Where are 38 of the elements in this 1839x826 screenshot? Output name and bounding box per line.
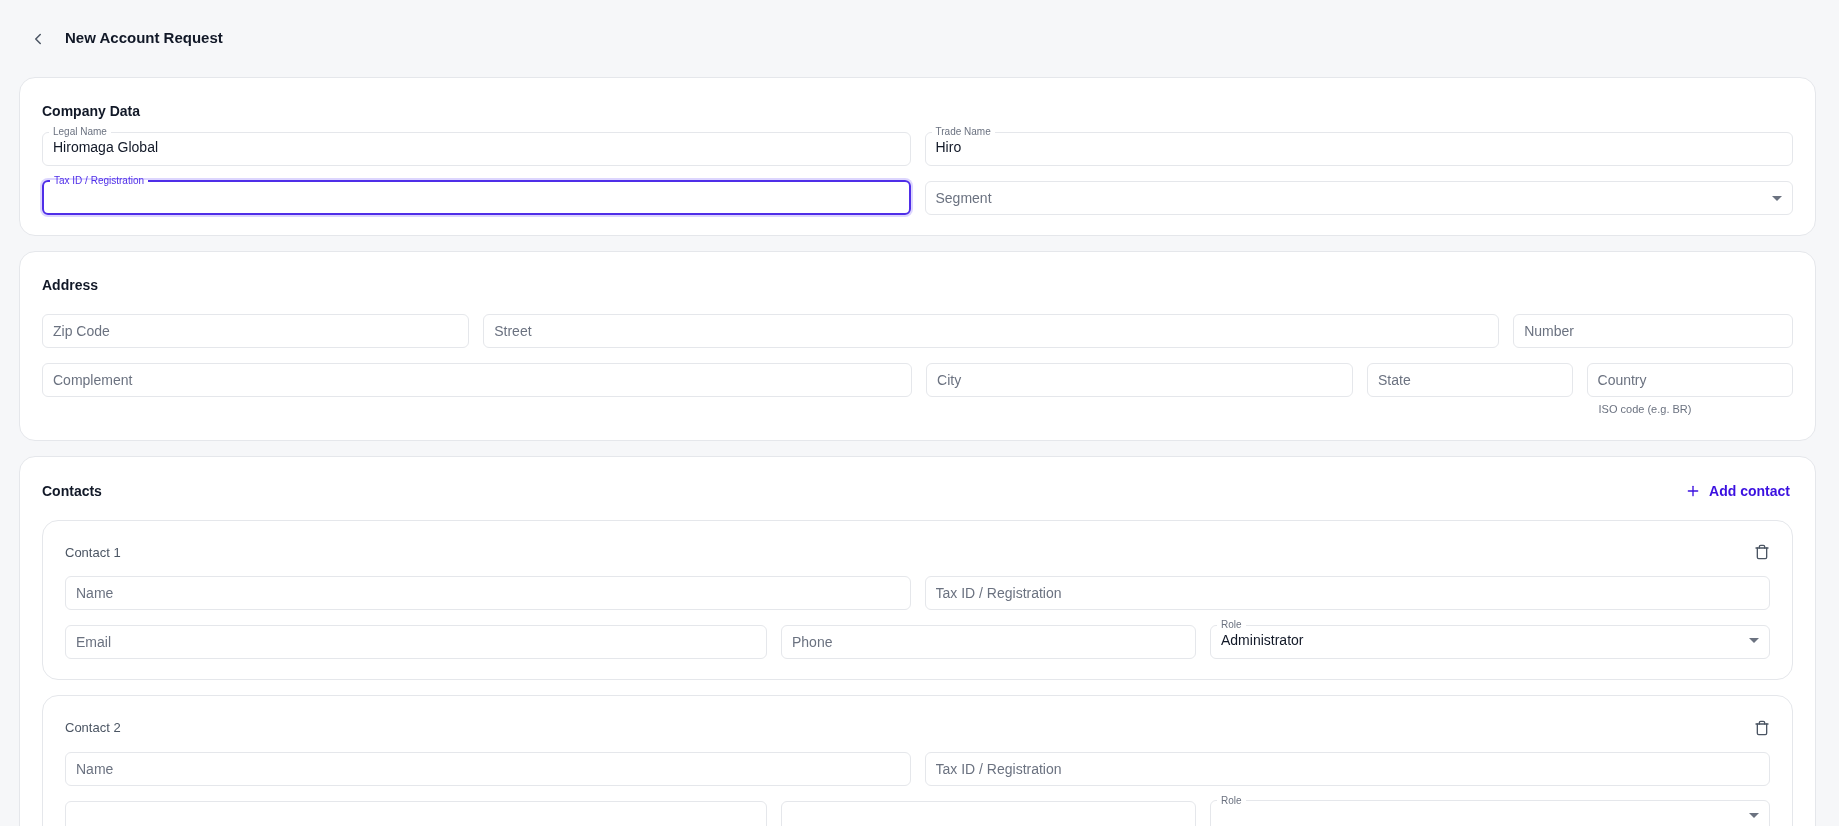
delete-button[interactable] — [1754, 719, 1770, 736]
input-field[interactable]: Number — [1513, 314, 1793, 348]
add-contact-button[interactable]: Add contact — [1685, 480, 1793, 502]
contact-title: Contact 1 — [65, 543, 121, 562]
input-field[interactable]: Name — [65, 751, 911, 786]
input-field[interactable]: Tax ID / Registration — [924, 751, 1770, 786]
input-field[interactable]: Hiro — [935, 135, 1782, 159]
input-field[interactable]: City — [926, 363, 1354, 397]
input-field[interactable]: Phone — [781, 625, 1196, 659]
input-field[interactable]: Legal Name Hiromaga Global — [42, 127, 911, 166]
section-title: Address — [42, 276, 100, 295]
page-title: New Account Request — [65, 28, 223, 49]
select-field[interactable]: Role — [1210, 795, 1770, 826]
section-title: Contacts — [42, 481, 102, 501]
input-field[interactable] — [65, 800, 767, 826]
input-field[interactable]: Email — [65, 625, 767, 659]
input-field[interactable]: Street — [483, 314, 1500, 348]
input-field[interactable]: Name — [65, 576, 911, 610]
input-field[interactable] — [781, 800, 1196, 826]
delete-button[interactable] — [1754, 544, 1770, 561]
section-title: Company Data — [42, 102, 142, 121]
input-field[interactable]: Zip Code — [42, 314, 470, 348]
trash-icon — [1754, 544, 1770, 561]
input-field[interactable]: Complement — [42, 363, 913, 397]
input-field[interactable]: Tax ID / Registration — [42, 176, 911, 215]
dropdown-caret-icon — [1749, 637, 1759, 643]
dropdown-caret-icon — [1749, 813, 1759, 818]
dropdown-caret-icon — [1772, 195, 1782, 201]
contact-title: Contact 2 — [65, 719, 121, 737]
input-field[interactable]: Tax ID / Registration — [924, 576, 1770, 610]
input-field[interactable]: Trade Name Hiro — [924, 127, 1793, 166]
select-field[interactable]: Role Administrator — [1210, 620, 1770, 659]
select-field[interactable]: Segment — [924, 181, 1793, 215]
select-field[interactable]: Administrator — [1221, 628, 1759, 652]
trash-icon — [1754, 719, 1770, 736]
input-field[interactable]: Country — [1586, 363, 1793, 397]
input-field[interactable]: State — [1367, 363, 1573, 397]
helper-text: ISO code (e.g. BR) — [1598, 402, 1693, 417]
